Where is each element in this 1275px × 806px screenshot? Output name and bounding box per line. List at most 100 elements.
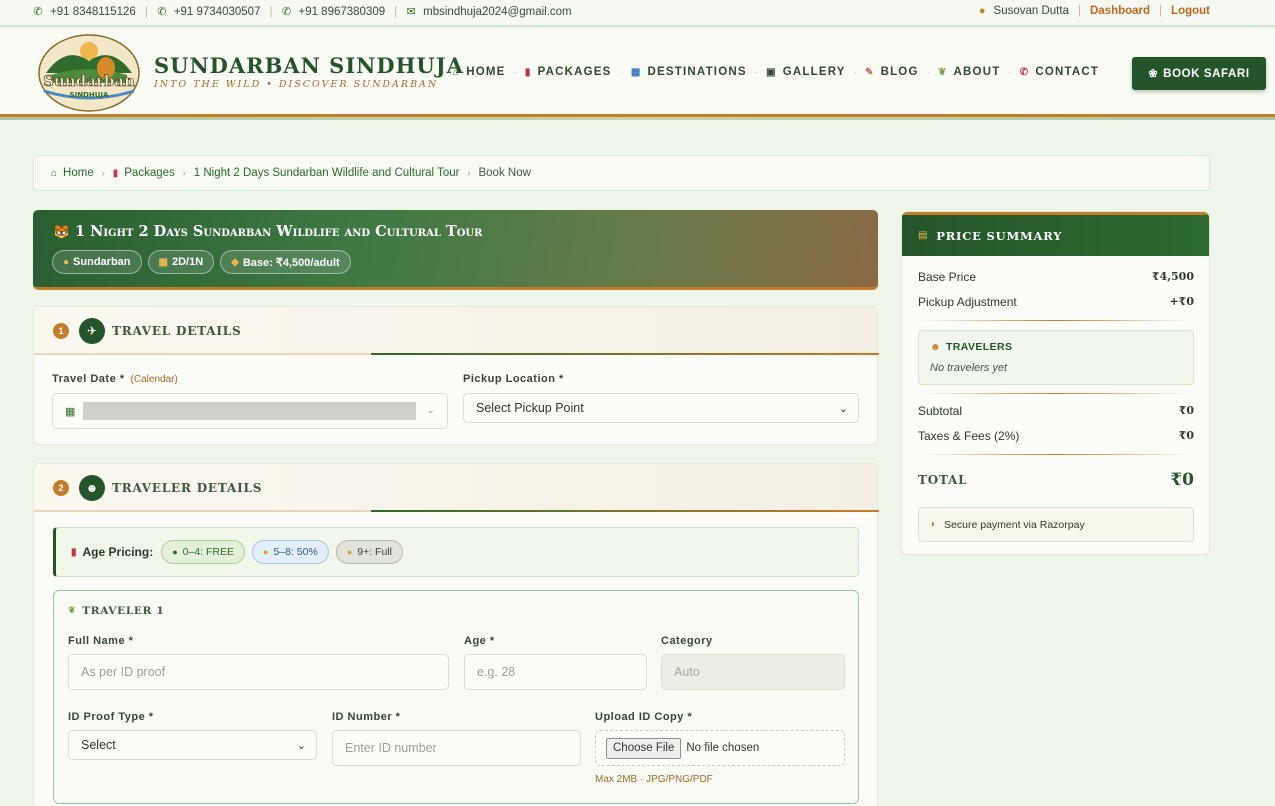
step-number: 2 bbox=[53, 480, 69, 496]
nav-about-label: ABOUT bbox=[953, 66, 1001, 78]
user-menu: ● Susovan Dutta | Dashboard | Logout bbox=[979, 5, 1210, 17]
nav-destinations[interactable]: ▦ DESTINATIONS bbox=[631, 66, 747, 78]
nav-home[interactable]: ⌂ HOME bbox=[453, 66, 506, 78]
secure-payment-note: ◗ Secure payment via Razorpay bbox=[918, 507, 1194, 542]
breadcrumb-packages[interactable]: ▮ Packages bbox=[113, 167, 175, 179]
receipt-icon: ▤ bbox=[918, 230, 929, 241]
pickup-location-select[interactable]: Select Pickup Point ⌄ bbox=[463, 393, 859, 423]
nav-dot: · bbox=[926, 66, 930, 78]
phone-2[interactable]: ✆ +91 9734030507 bbox=[157, 5, 260, 19]
age-pricing-label: ▮ Age Pricing: bbox=[71, 545, 153, 559]
map-icon: ▦ bbox=[630, 66, 642, 78]
breadcrumb-home[interactable]: ⌂ Home bbox=[51, 167, 94, 179]
nav-home-label: HOME bbox=[466, 66, 506, 78]
divider bbox=[918, 454, 1194, 455]
travel-date-sub: (Calendar) bbox=[130, 374, 178, 385]
full-name-input[interactable]: As per ID proof bbox=[68, 654, 449, 690]
house-icon: ⌂ bbox=[51, 167, 58, 179]
nav-blog[interactable]: ✎ BLOG bbox=[865, 66, 919, 78]
price-summary-card: ▤ PRICE SUMMARY Base Price ₹4,500 Pickup… bbox=[901, 211, 1210, 555]
traveler-details-section: 2 ☻ TRAVELER DETAILS ▮ Age Pricing: ● 0–4:… bbox=[33, 463, 879, 806]
book-safari-button[interactable]: ❀ BOOK SAFARI bbox=[1132, 57, 1266, 90]
divider bbox=[918, 320, 1194, 321]
travel-date-label: Travel Date * (Calendar) bbox=[52, 373, 178, 385]
category-label: Category bbox=[661, 635, 713, 647]
tour-header-card: 🐯 1 Night 2 Days Sundarban Wildlife and … bbox=[33, 210, 878, 290]
traveler-heading-text: TRAVELER 1 bbox=[82, 605, 165, 617]
phone-3-text: +91 8967380309 bbox=[298, 5, 386, 18]
tiger-icon: 🐯 bbox=[54, 224, 69, 239]
user-name: Susovan Dutta bbox=[993, 5, 1069, 17]
nav-gallery[interactable]: ▣ GALLERY bbox=[766, 66, 846, 78]
divider bbox=[918, 393, 1194, 394]
total-row: TOTAL ₹0 bbox=[918, 470, 1194, 490]
travelers-empty-text: No travelers yet bbox=[930, 362, 1008, 374]
phone-1[interactable]: ✆ +91 8348115126 bbox=[33, 5, 136, 19]
base-price-text: Base: ₹4,500/adult bbox=[242, 256, 340, 269]
upload-id-input[interactable]: Choose File No file chosen bbox=[595, 730, 845, 766]
age-pill-full: ● 9+: Full bbox=[335, 540, 403, 564]
age-pill-free-text: 0–4: FREE bbox=[182, 546, 234, 558]
age-pill-half-text: 5–8: 50% bbox=[273, 546, 318, 558]
pickup-adjustment-row: Pickup Adjustment +₹0 bbox=[918, 295, 1194, 309]
nav-destinations-label: DESTINATIONS bbox=[647, 66, 747, 78]
email-link[interactable]: ✉ mbsindhuja2024@gmail.com bbox=[406, 5, 572, 19]
breadcrumb-packages-label: Packages bbox=[124, 167, 175, 179]
logo-text: Sundarban bbox=[43, 72, 135, 90]
nav-packages[interactable]: ▮ PACKAGES bbox=[525, 66, 612, 78]
total-label: TOTAL bbox=[918, 473, 968, 487]
age-pricing-label-text: Age Pricing: bbox=[82, 545, 154, 559]
paw-icon: ❀ bbox=[1148, 68, 1159, 80]
id-number-input[interactable]: Enter ID number bbox=[332, 730, 581, 766]
person-icon: ● bbox=[346, 547, 353, 557]
site-header: Sundarban SINDHUJA SUNDARBAN SINDHUJA IN… bbox=[0, 29, 1275, 120]
travel-details-section: 1 ✈ TRAVEL DETAILS Travel Date * (Calenda… bbox=[33, 306, 879, 445]
envelope-icon: ✉ bbox=[406, 6, 416, 18]
logout-link[interactable]: Logout bbox=[1171, 5, 1210, 17]
age-input[interactable]: e.g. 28 bbox=[464, 654, 647, 690]
section-title: TRAVEL DETAILS bbox=[112, 324, 242, 338]
id-proof-type-value: Select bbox=[81, 738, 116, 752]
nav-dot: · bbox=[619, 66, 623, 78]
choose-file-button[interactable]: Choose File bbox=[606, 737, 682, 759]
brand-text[interactable]: SUNDARBAN SINDHUJA INTO THE WILD • DISCO… bbox=[154, 53, 464, 90]
taxes-row: Taxes & Fees (2%) ₹0 bbox=[918, 429, 1194, 443]
breadcrumb-tour[interactable]: 1 Night 2 Days Sundarban Wildlife and Cu… bbox=[194, 167, 460, 179]
main-nav: ⌂ HOME · ▮ PACKAGES · ▦ DESTINATIONS · ▣ GAL… bbox=[453, 66, 1099, 78]
travel-date-input[interactable]: ▦ ⌄ bbox=[52, 393, 448, 429]
user-icon: ● bbox=[978, 5, 986, 17]
leaf-icon: ❦ bbox=[937, 66, 948, 78]
map-pin-icon: ● bbox=[63, 256, 70, 268]
contact-info: ✆ +91 8348115126 | ✆ +91 9734030507 | ✆ +91… bbox=[33, 5, 572, 19]
users-icon: ☻ bbox=[930, 341, 941, 353]
price-summary-header: ▤ PRICE SUMMARY bbox=[902, 212, 1209, 256]
upload-id-label: Upload ID Copy * bbox=[595, 711, 693, 723]
nav-dot: · bbox=[513, 66, 517, 78]
traveler-heading: ❦ TRAVELER 1 bbox=[68, 605, 164, 617]
telephone-icon: ✆ bbox=[1019, 66, 1030, 78]
nav-contact-label: CONTACT bbox=[1035, 66, 1100, 78]
total-value: ₹0 bbox=[1170, 470, 1194, 490]
id-proof-type-select[interactable]: Select ⌄ bbox=[68, 730, 317, 760]
separator: | bbox=[1077, 5, 1081, 17]
nav-contact[interactable]: ✆ CONTACT bbox=[1020, 66, 1099, 78]
date-value-redacted bbox=[83, 402, 417, 420]
age-pricing-box: ▮ Age Pricing: ● 0–4: FREE ● 5–8: 50% ● 9+: … bbox=[53, 527, 859, 577]
baby-icon: ● bbox=[172, 547, 178, 557]
age-pill-half: ● 5–8: 50% bbox=[252, 540, 329, 564]
phone-3[interactable]: ✆ +91 8967380309 bbox=[281, 5, 386, 19]
nav-packages-label: PACKAGES bbox=[537, 66, 612, 78]
dashboard-link[interactable]: Dashboard bbox=[1090, 5, 1150, 17]
separator: | bbox=[144, 5, 148, 18]
nav-about[interactable]: ❦ ABOUT bbox=[938, 66, 1000, 78]
brand-logo[interactable]: Sundarban SINDHUJA bbox=[36, 33, 142, 113]
pickup-adjustment-value: +₹0 bbox=[1169, 295, 1194, 308]
users-icon: ☻ bbox=[79, 475, 105, 501]
travelers-summary-title: ☻ TRAVELERS bbox=[930, 341, 1012, 353]
nav-gallery-label: GALLERY bbox=[782, 66, 846, 78]
phone-icon: ✆ bbox=[157, 6, 167, 18]
phone-icon: ✆ bbox=[33, 6, 43, 18]
travelers-summary-box: ☻ TRAVELERS No travelers yet bbox=[918, 330, 1194, 385]
phone-1-text: +91 8348115126 bbox=[50, 5, 136, 18]
pickup-location-label: Pickup Location * bbox=[463, 373, 564, 385]
